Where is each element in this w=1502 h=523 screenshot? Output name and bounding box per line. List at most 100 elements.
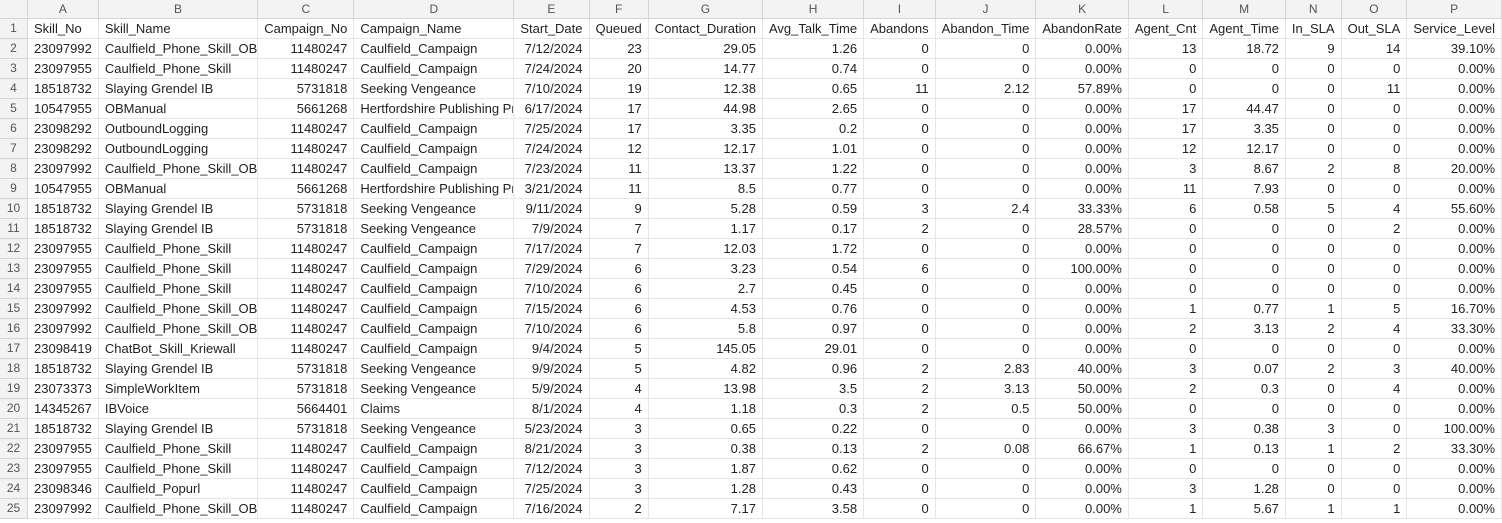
row-header-4[interactable]: 4 [0,79,28,99]
cell[interactable]: 5/23/2024 [514,419,589,439]
cell[interactable]: 0 [1342,119,1408,139]
cell[interactable]: 0 [1286,479,1342,499]
cell[interactable]: 0 [1286,239,1342,259]
cell[interactable]: OBManual [99,99,258,119]
cell[interactable]: 0 [1129,239,1203,259]
cell[interactable]: Caulfield_Campaign [354,339,514,359]
row-header-9[interactable]: 9 [0,179,28,199]
cell[interactable]: 0 [936,339,1037,359]
cell[interactable]: 0.00% [1407,239,1502,259]
cell[interactable]: 0.38 [1203,419,1286,439]
cell[interactable]: 0 [1129,219,1203,239]
cell[interactable]: Caulfield_Campaign [354,299,514,319]
cell[interactable]: 14.77 [649,59,763,79]
cell[interactable]: 0 [1342,419,1408,439]
cell[interactable]: 0 [1342,179,1408,199]
cell[interactable]: 0.00% [1407,119,1502,139]
cell[interactable]: Caulfield_Campaign [354,459,514,479]
cell[interactable]: 0.00% [1407,479,1502,499]
cell[interactable]: Caulfield_Phone_Skill_OB [99,299,258,319]
cell[interactable]: 0.3 [763,399,864,419]
cell[interactable]: 66.67% [1036,439,1129,459]
cell[interactable]: 3 [590,459,649,479]
cell[interactable]: 5 [590,359,649,379]
row-header-23[interactable]: 23 [0,459,28,479]
cell[interactable]: 5 [1342,299,1408,319]
cell[interactable]: 0 [864,39,936,59]
col-header-J[interactable]: J [936,0,1037,19]
cell[interactable]: 0.00% [1407,219,1502,239]
col-header-N[interactable]: N [1286,0,1342,19]
cell[interactable]: 11480247 [258,279,354,299]
cell[interactable]: 0 [1286,219,1342,239]
cell[interactable]: 7 [590,219,649,239]
cell[interactable]: 2 [1286,159,1342,179]
cell[interactable]: 0.2 [763,119,864,139]
cell[interactable]: 7/10/2024 [514,79,589,99]
cell[interactable]: Slaying Grendel IB [99,199,258,219]
cell[interactable]: 4 [1342,319,1408,339]
cell[interactable]: 0.65 [763,79,864,99]
cell[interactable]: 3 [1342,359,1408,379]
cell[interactable]: 1.87 [649,459,763,479]
cell[interactable]: 0 [864,479,936,499]
cell[interactable]: OutboundLogging [99,139,258,159]
cell[interactable]: 0.00% [1407,79,1502,99]
cell[interactable]: 0 [1342,479,1408,499]
cell[interactable]: 3/21/2024 [514,179,589,199]
cell[interactable]: 23097955 [28,459,99,479]
cell[interactable]: 3 [1286,419,1342,439]
cell[interactable]: 10547955 [28,99,99,119]
cell[interactable]: 23097992 [28,159,99,179]
cell[interactable]: 0.00% [1407,399,1502,419]
cell[interactable]: 0.00% [1407,279,1502,299]
cell[interactable]: 0.96 [763,359,864,379]
cell[interactable]: 0.00% [1036,459,1129,479]
cell[interactable]: 18518732 [28,359,99,379]
cell[interactable]: 55.60% [1407,199,1502,219]
cell[interactable]: IBVoice [99,399,258,419]
cell[interactable]: Seeking Vengeance [354,419,514,439]
cell[interactable]: 28.57% [1036,219,1129,239]
cell[interactable]: 16.70% [1407,299,1502,319]
cell[interactable]: 0.13 [1203,439,1286,459]
cell[interactable]: 33.30% [1407,319,1502,339]
cell[interactable]: 5664401 [258,399,354,419]
cell[interactable]: 1.26 [763,39,864,59]
cell[interactable]: 0.00% [1036,139,1129,159]
cell[interactable]: 0 [936,459,1037,479]
cell[interactable]: Slaying Grendel IB [99,359,258,379]
cell[interactable]: 0 [1342,399,1408,419]
cell[interactable]: 11480247 [258,119,354,139]
cell[interactable]: 23097992 [28,499,99,519]
cell[interactable]: 13.37 [649,159,763,179]
col-header-I[interactable]: I [864,0,936,19]
cell[interactable]: 17 [1129,119,1203,139]
cell[interactable]: 5661268 [258,179,354,199]
cell[interactable]: 7/15/2024 [514,299,589,319]
cell[interactable]: 23097992 [28,299,99,319]
cell[interactable]: 0 [1129,59,1203,79]
cell[interactable]: 23073373 [28,379,99,399]
cell[interactable]: 0.77 [763,179,864,199]
cell[interactable]: 5/9/2024 [514,379,589,399]
cell[interactable]: 0.00% [1407,99,1502,119]
cell[interactable]: 0 [1342,59,1408,79]
cell[interactable]: 14345267 [28,399,99,419]
cell[interactable]: 7.17 [649,499,763,519]
col-header-H[interactable]: H [763,0,864,19]
cell[interactable]: Caulfield_Phone_Skill [99,459,258,479]
cell[interactable]: Caulfield_Phone_Skill [99,239,258,259]
cell[interactable]: 6 [590,279,649,299]
col-header-E[interactable]: E [514,0,589,19]
cell[interactable]: Caulfield_Campaign [354,119,514,139]
cell[interactable]: 8/1/2024 [514,399,589,419]
cell[interactable]: 0.00% [1036,479,1129,499]
cell[interactable]: 29.01 [763,339,864,359]
cell[interactable]: 1 [1286,299,1342,319]
cell[interactable]: 11480247 [258,339,354,359]
cell[interactable]: 12.17 [649,139,763,159]
cell[interactable]: 7/12/2024 [514,459,589,479]
cell[interactable]: 2 [1129,379,1203,399]
cell[interactable]: 0 [864,99,936,119]
